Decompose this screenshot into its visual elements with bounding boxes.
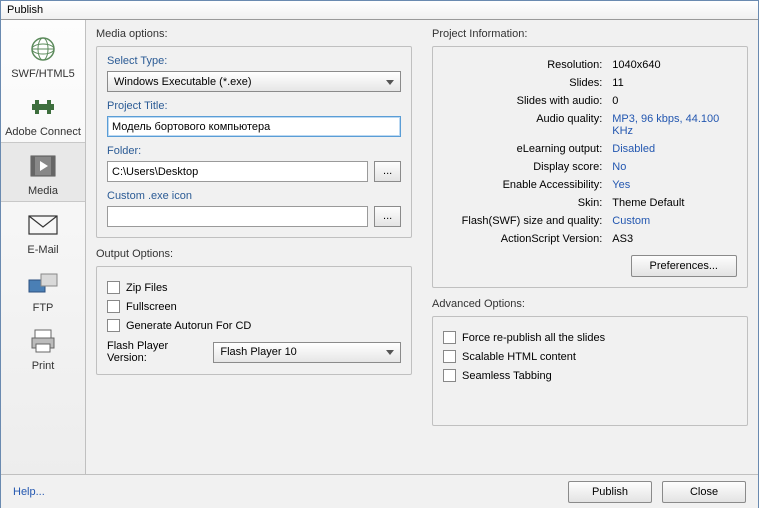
elearn-label: eLearning output: [445, 141, 606, 157]
slides-value: 11 [608, 75, 735, 91]
project-title-label: Project Title: [107, 100, 401, 112]
elearn-value[interactable]: Disabled [608, 141, 735, 157]
output-fieldset: Zip Files Fullscreen Generate Autorun Fo… [96, 266, 412, 375]
seamless-label: Seamless Tabbing [462, 370, 552, 382]
score-label: Display score: [445, 159, 606, 175]
media-fieldset: Select Type: Windows Executable (*.exe) … [96, 46, 412, 238]
project-info-table: Resolution:1040x640 Slides:11 Slides wit… [443, 55, 737, 249]
folder-label: Folder: [107, 145, 401, 157]
audio-label: Audio quality: [445, 111, 606, 139]
advanced-header: Advanced Options: [432, 298, 748, 310]
media-icon [26, 149, 60, 183]
select-type-value: Windows Executable (*.exe) [114, 76, 252, 88]
sidebar-label-ftp: FTP [1, 302, 85, 314]
flash-version-label: Flash Player Version: [107, 340, 203, 364]
access-label: Enable Accessibility: [445, 177, 606, 193]
as-value: AS3 [608, 231, 735, 247]
media-options-header: Media options: [96, 28, 412, 40]
sidebar-item-media[interactable]: Media [1, 142, 85, 202]
slides-audio-value: 0 [608, 93, 735, 109]
sidebar-label-print: Print [1, 360, 85, 372]
publish-button[interactable]: Publish [568, 481, 652, 503]
icon-label: Custom .exe icon [107, 190, 401, 202]
select-type-label: Select Type: [107, 55, 401, 67]
connect-icon [26, 90, 60, 124]
sidebar-label-media: Media [1, 185, 85, 197]
mail-icon [26, 208, 60, 242]
force-republish-checkbox[interactable] [443, 331, 456, 344]
sidebar-label-swf: SWF/HTML5 [1, 68, 85, 80]
flash-version-dropdown[interactable]: Flash Player 10 [213, 342, 401, 363]
seamless-checkbox[interactable] [443, 369, 456, 382]
slides-label: Slides: [445, 75, 606, 91]
advanced-fieldset: Force re-publish all the slides Scalable… [432, 316, 748, 426]
zip-label: Zip Files [126, 282, 168, 294]
force-republish-label: Force re-publish all the slides [462, 332, 605, 344]
output-options-header: Output Options: [96, 248, 412, 260]
fullscreen-checkbox[interactable] [107, 300, 120, 313]
folder-browse-button[interactable]: ... [374, 161, 401, 182]
resolution-label: Resolution: [445, 57, 606, 73]
preferences-button[interactable]: Preferences... [631, 255, 737, 277]
autorun-label: Generate Autorun For CD [126, 320, 251, 332]
audio-value[interactable]: MP3, 96 kbps, 44.100 KHz [608, 111, 735, 139]
icon-input[interactable] [107, 206, 368, 227]
sidebar: SWF/HTML5 Adobe Connect Media E-Mail FTP [1, 20, 86, 474]
score-value[interactable]: No [608, 159, 735, 175]
ftp-icon [26, 266, 60, 300]
scalable-label: Scalable HTML content [462, 351, 576, 363]
sidebar-item-swf[interactable]: SWF/HTML5 [1, 26, 85, 84]
skin-value: Theme Default [608, 195, 735, 211]
globe-icon [26, 32, 60, 66]
flashsize-label: Flash(SWF) size and quality: [445, 213, 606, 229]
slides-audio-label: Slides with audio: [445, 93, 606, 109]
sidebar-item-connect[interactable]: Adobe Connect [1, 84, 85, 142]
project-info-fieldset: Resolution:1040x640 Slides:11 Slides wit… [432, 46, 748, 288]
scalable-checkbox[interactable] [443, 350, 456, 363]
sidebar-label-email: E-Mail [1, 244, 85, 256]
access-value[interactable]: Yes [608, 177, 735, 193]
flash-version-value: Flash Player 10 [220, 346, 296, 358]
sidebar-label-connect: Adobe Connect [1, 126, 85, 138]
help-link[interactable]: Help... [13, 486, 45, 498]
sidebar-item-ftp[interactable]: FTP [1, 260, 85, 318]
print-icon [26, 324, 60, 358]
zip-checkbox[interactable] [107, 281, 120, 294]
window-title: Publish [1, 1, 758, 20]
resolution-value: 1040x640 [608, 57, 735, 73]
project-info-header: Project Information: [432, 28, 748, 40]
skin-label: Skin: [445, 195, 606, 211]
autorun-checkbox[interactable] [107, 319, 120, 332]
folder-input[interactable] [107, 161, 368, 182]
select-type-dropdown[interactable]: Windows Executable (*.exe) [107, 71, 401, 92]
sidebar-item-print[interactable]: Print [1, 318, 85, 376]
close-button[interactable]: Close [662, 481, 746, 503]
as-label: ActionScript Version: [445, 231, 606, 247]
flashsize-value[interactable]: Custom [608, 213, 735, 229]
fullscreen-label: Fullscreen [126, 301, 177, 313]
project-title-input[interactable] [107, 116, 401, 137]
sidebar-item-email[interactable]: E-Mail [1, 202, 85, 260]
icon-browse-button[interactable]: ... [374, 206, 401, 227]
